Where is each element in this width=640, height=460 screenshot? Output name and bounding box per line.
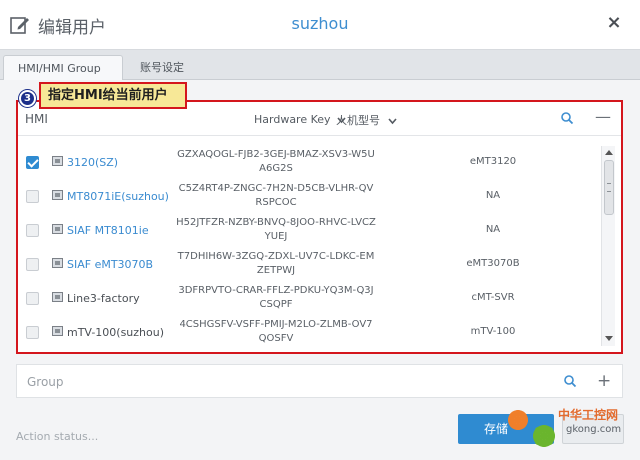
tab-account-settings[interactable]: 账号设定: [126, 55, 198, 80]
hmi-name[interactable]: SIAF eMT3070B: [67, 258, 153, 271]
hmi-device-icon: [52, 190, 63, 200]
scroll-down-icon[interactable]: [605, 336, 613, 341]
row-checkbox[interactable]: [26, 292, 39, 305]
hmi-row[interactable]: 3120(SZ) GZXAQOGL-FJB2-3GEJ-BMAZ-XSV3-W5…: [18, 146, 601, 180]
hmi-device-icon: [52, 326, 63, 336]
row-checkbox[interactable]: [26, 258, 39, 271]
action-status: Action status...: [16, 430, 99, 443]
chevron-down-icon: [387, 118, 397, 125]
hardware-key: 4CSHGSFV-VSFF-PMIJ-M2LO-ZLMB-OV7QOSFV: [179, 319, 373, 344]
group-label: Group: [27, 375, 64, 389]
row-checkbox[interactable]: [26, 224, 39, 237]
title-bar: 编辑用户 suzhou ×: [0, 0, 640, 50]
hmi-list-panel: HMI Hardware Key 人机型号 — 3120(SZ) GZXAQOG…: [16, 100, 623, 354]
hmi-row[interactable]: SIAF MT8101ie H52JTFZR-NZBY-BNVQ-8JOO-RH…: [18, 214, 601, 248]
header-hardware-key[interactable]: Hardware Key: [254, 113, 346, 126]
header-hmi-label: HMI: [25, 112, 48, 126]
hmi-name[interactable]: MT8071iE(suzhou): [67, 190, 169, 203]
annotation-callout: 指定HMI给当前用户: [39, 82, 187, 109]
hardware-key: T7DHIH6W-3ZGQ-ZDXL-UV7C-LDKC-EMZETPWJ: [177, 251, 375, 276]
hardware-key: GZXAQOGL-FJB2-3GEJ-BMAZ-XSV3-W5UA6G2S: [177, 149, 375, 174]
hmi-name[interactable]: Line3-factory: [67, 292, 140, 305]
hmi-model: eMT3070B: [466, 258, 520, 269]
header-hardware-key-label: Hardware Key: [254, 113, 331, 126]
hmi-row[interactable]: Line3-factory 3DFRPVTO-CRAR-FFLZ-PDKU-YQ…: [18, 282, 601, 316]
watermark-title: 中华工控网: [558, 408, 619, 422]
scrollbar[interactable]: [601, 146, 615, 346]
header-hmi-model[interactable]: 人机型号: [336, 112, 397, 128]
tab-hmi-group[interactable]: HMI/HMI Group: [3, 55, 123, 80]
hmi-model: mTV-100: [470, 326, 516, 337]
row-checkbox[interactable]: [26, 326, 39, 339]
close-button[interactable]: ×: [606, 14, 622, 32]
scroll-thumb[interactable]: [604, 160, 614, 215]
watermark-url: gkong.com: [566, 424, 622, 435]
collapse-icon[interactable]: —: [595, 109, 611, 125]
step-badge: 3: [19, 90, 36, 107]
group-section: Group +: [16, 364, 623, 398]
hmi-row[interactable]: MT8071iE(suzhou) C5Z4RT4P-ZNGC-7H2N-D5CB…: [18, 180, 601, 214]
hmi-device-icon: [52, 224, 63, 234]
hmi-name[interactable]: SIAF MT8101ie: [67, 224, 149, 237]
hmi-model: cMT-SVR: [471, 292, 515, 303]
hardware-key: C5Z4RT4P-ZNGC-7H2N-D5CB-VLHR-QVRSPCOC: [178, 183, 374, 208]
hardware-key: 3DFRPVTO-CRAR-FFLZ-PDKU-YQ3M-Q3JCSQPF: [178, 285, 374, 310]
hmi-name[interactable]: mTV-100(suzhou): [67, 326, 164, 339]
edit-icon: [10, 17, 29, 34]
tab-bar: HMI/HMI Group 账号设定: [0, 50, 640, 80]
hmi-device-icon: [52, 258, 63, 268]
row-checkbox[interactable]: [26, 190, 39, 203]
header-hmi-model-label: 人机型号: [336, 114, 380, 127]
hmi-row[interactable]: mTV-100(suzhou) 4CSHGSFV-VSFF-PMIJ-M2LO-…: [18, 316, 601, 350]
hmi-device-icon: [52, 156, 63, 166]
row-checkbox[interactable]: [26, 156, 39, 169]
hmi-name[interactable]: 3120(SZ): [67, 156, 118, 169]
hmi-model: NA: [485, 190, 501, 201]
hmi-model: eMT3120: [469, 156, 517, 167]
add-icon[interactable]: +: [597, 371, 611, 391]
dialog-title: 编辑用户: [38, 18, 106, 38]
edit-user-dialog: 编辑用户 suzhou × HMI/HMI Group 账号设定 HMI Har…: [0, 0, 640, 460]
scroll-up-icon[interactable]: [605, 150, 613, 155]
search-icon[interactable]: [560, 111, 574, 125]
search-icon[interactable]: [563, 374, 577, 388]
hmi-device-icon: [52, 292, 63, 302]
hardware-key: H52JTFZR-NZBY-BNVQ-8JOO-RHVC-LVCZYUEJ: [176, 217, 376, 242]
hmi-row[interactable]: SIAF eMT3070B T7DHIH6W-3ZGQ-ZDXL-UV7C-LD…: [18, 248, 601, 282]
hmi-model: NA: [485, 224, 501, 235]
